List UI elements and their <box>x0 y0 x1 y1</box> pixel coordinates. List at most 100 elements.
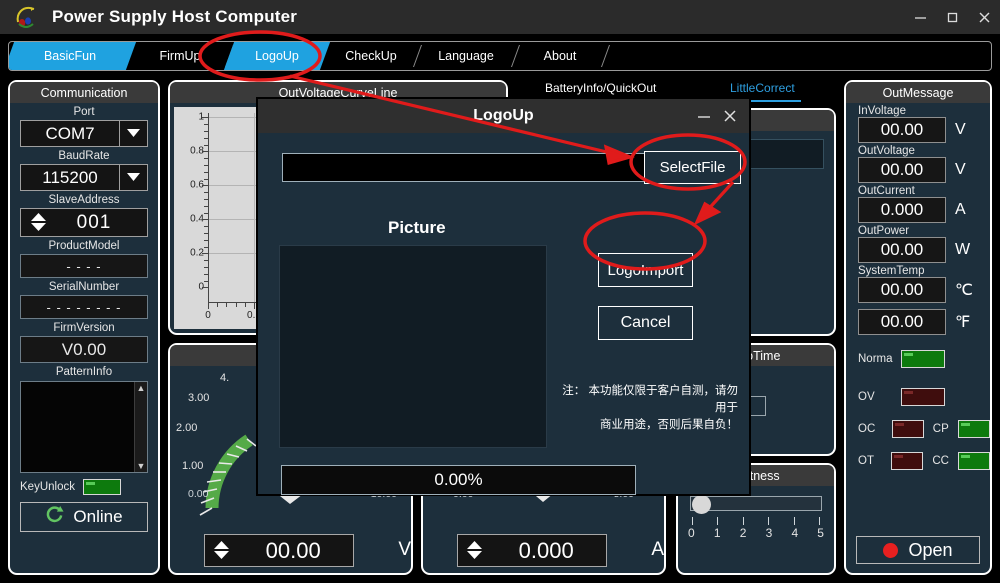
tab-firmup-label: FirmUp <box>159 49 201 63</box>
brightness-ticklabels: 0 1 2 3 4 5 <box>688 526 824 540</box>
online-button[interactable]: Online <box>20 502 148 532</box>
app-root: Power Supply Host Computer BasicFun Firm… <box>0 0 1000 583</box>
outpower-row: 00.00 W <box>858 237 990 263</box>
dialog-close-icon[interactable] <box>719 105 741 127</box>
brightness-tick-1: 1 <box>713 526 721 540</box>
patterninfo-listbox[interactable]: ▲ ▼ <box>20 381 148 473</box>
current-setpoint-value: 0.000 <box>518 537 574 563</box>
brightness-tickmarks <box>692 517 820 525</box>
minitab-batteryinfo[interactable]: BatteryInfo/QuickOut <box>545 81 656 95</box>
tab-logoup[interactable]: LogoUp <box>223 42 331 70</box>
current-setpoint-stepper[interactable]: 0.000 <box>457 534 608 567</box>
chevron-down-icon[interactable] <box>120 164 148 191</box>
title-bar: Power Supply Host Computer <box>0 0 1000 34</box>
outpower-unit: W <box>955 241 971 258</box>
ot-label: OT <box>858 455 874 467</box>
slaveaddress-label: SlaveAddress <box>48 194 120 206</box>
baudrate-label: BaudRate <box>58 150 110 162</box>
maximize-icon[interactable] <box>936 0 968 34</box>
slaveaddress-stepper[interactable]: 001 <box>20 208 148 237</box>
productmodel-value: - - - - <box>20 254 148 278</box>
picture-preview[interactable] <box>279 245 547 448</box>
voltage-setpoint-value: 00.00 <box>265 537 321 563</box>
patterninfo-label: PatternInfo <box>55 366 113 378</box>
select-file-label: SelectFile <box>659 159 726 176</box>
stepper-arrows-icon[interactable] <box>25 213 51 232</box>
tab-logoup-label: LogoUp <box>255 49 299 63</box>
patterninfo-scrollbar[interactable]: ▲ ▼ <box>134 382 147 472</box>
tab-basicfun[interactable]: BasicFun <box>9 42 137 70</box>
logo-import-button[interactable]: LogoImport <box>598 253 693 287</box>
cc-label: CC <box>932 455 949 467</box>
picture-label: Picture <box>388 218 446 237</box>
app-logo-icon <box>14 4 40 30</box>
oc-indicator <box>891 420 924 438</box>
brightness-tick-3: 3 <box>765 526 773 540</box>
dialog-minimize-icon[interactable] <box>693 105 715 127</box>
baudrate-value: 115200 <box>20 164 120 191</box>
systemtemp-label: SystemTemp <box>858 265 925 277</box>
ov-row: OV <box>846 388 990 406</box>
outcurrent-unit: A <box>955 201 966 218</box>
stepper-arrows-icon[interactable] <box>209 541 233 560</box>
main-tab-bar: BasicFun FirmUp LogoUp CheckUp Language … <box>8 41 992 71</box>
brightness-tick-5: 5 <box>817 526 824 540</box>
tab-basicfun-label: BasicFun <box>43 49 97 63</box>
current-setpoint-unit: A <box>651 538 664 560</box>
page-title: Power Supply Host Computer <box>52 7 298 26</box>
open-label: Open <box>908 539 953 560</box>
scroll-down-icon[interactable]: ▼ <box>137 461 146 471</box>
keyunlock-indicator <box>82 479 121 495</box>
slaveaddress-value: 001 <box>76 211 112 233</box>
tab-language[interactable]: Language <box>417 42 515 70</box>
outmessage-panel-title: OutMessage <box>846 82 990 103</box>
tab-firmup[interactable]: FirmUp <box>131 42 229 70</box>
firmversion-value: V0.00 <box>20 336 148 363</box>
minitab-batteryinfo-label: BatteryInfo/QuickOut <box>545 81 657 95</box>
outcurrent-label: OutCurrent <box>858 185 915 197</box>
involtage-unit: V <box>955 121 966 138</box>
scroll-up-icon[interactable]: ▲ <box>137 383 146 393</box>
serialnumber-label: SerialNumber <box>48 281 120 293</box>
voltage-setpoint-unit: V <box>398 538 411 560</box>
open-output-button[interactable]: Open <box>856 536 980 564</box>
voltage-setpoint-stepper[interactable]: 00.00 <box>204 534 355 567</box>
select-file-button[interactable]: SelectFile <box>644 151 741 184</box>
involtage-row: 00.00 V <box>858 117 990 143</box>
systemtemp-unit-celsius: ℃ <box>955 282 973 299</box>
cp-indicator <box>957 420 991 438</box>
keyunlock-row: KeyUnlock <box>20 479 148 495</box>
outmessage-panel: OutMessage InVoltage 00.00 V OutVoltage … <box>844 80 992 575</box>
close-icon[interactable] <box>968 0 1000 34</box>
outvoltage-value: 00.00 <box>858 157 946 183</box>
tab-checkup-label: CheckUp <box>345 49 397 63</box>
logoup-dialog: LogoUp SelectFile Picture LogoImport Can… <box>257 98 750 495</box>
systemtemp-value: 00.00 <box>858 277 946 303</box>
involtage-value: 00.00 <box>858 117 946 143</box>
tab-checkup[interactable]: CheckUp <box>325 42 417 70</box>
logoup-dialog-title: LogoUp <box>473 107 534 124</box>
norma-row: Norma <box>846 350 990 368</box>
file-path-input[interactable] <box>282 153 645 182</box>
minimize-icon[interactable] <box>904 0 936 34</box>
logoup-dialog-body: SelectFile Picture LogoImport Cancel 注： … <box>258 133 749 495</box>
online-label: Online <box>73 507 123 526</box>
chevron-down-icon[interactable] <box>120 120 148 147</box>
ov-indicator <box>901 388 945 406</box>
tab-about[interactable]: About <box>515 42 605 70</box>
outcurrent-value: 0.000 <box>858 197 946 223</box>
brightness-slider[interactable] <box>690 495 822 514</box>
minitab-littlecorrect-label: LittleCorrect <box>730 81 795 95</box>
outpower-value: 00.00 <box>858 237 946 263</box>
voltage-scale-2: 2.00 <box>176 422 198 434</box>
stepper-arrows-icon[interactable] <box>462 541 486 560</box>
norma-label: Norma <box>858 353 893 365</box>
dialog-note-line1: 注： 本功能仅限于客户自测，请勿用于 <box>562 385 738 414</box>
minitab-littlecorrect[interactable]: LittleCorrect <box>724 81 801 102</box>
port-select[interactable]: COM7 <box>20 120 148 147</box>
voltage-scale-3: 3.00 <box>188 392 210 404</box>
cancel-button[interactable]: Cancel <box>598 306 693 340</box>
brightness-slider-thumb[interactable] <box>692 495 711 514</box>
communication-panel-title: Communication <box>10 82 158 103</box>
baudrate-select[interactable]: 115200 <box>20 164 148 191</box>
